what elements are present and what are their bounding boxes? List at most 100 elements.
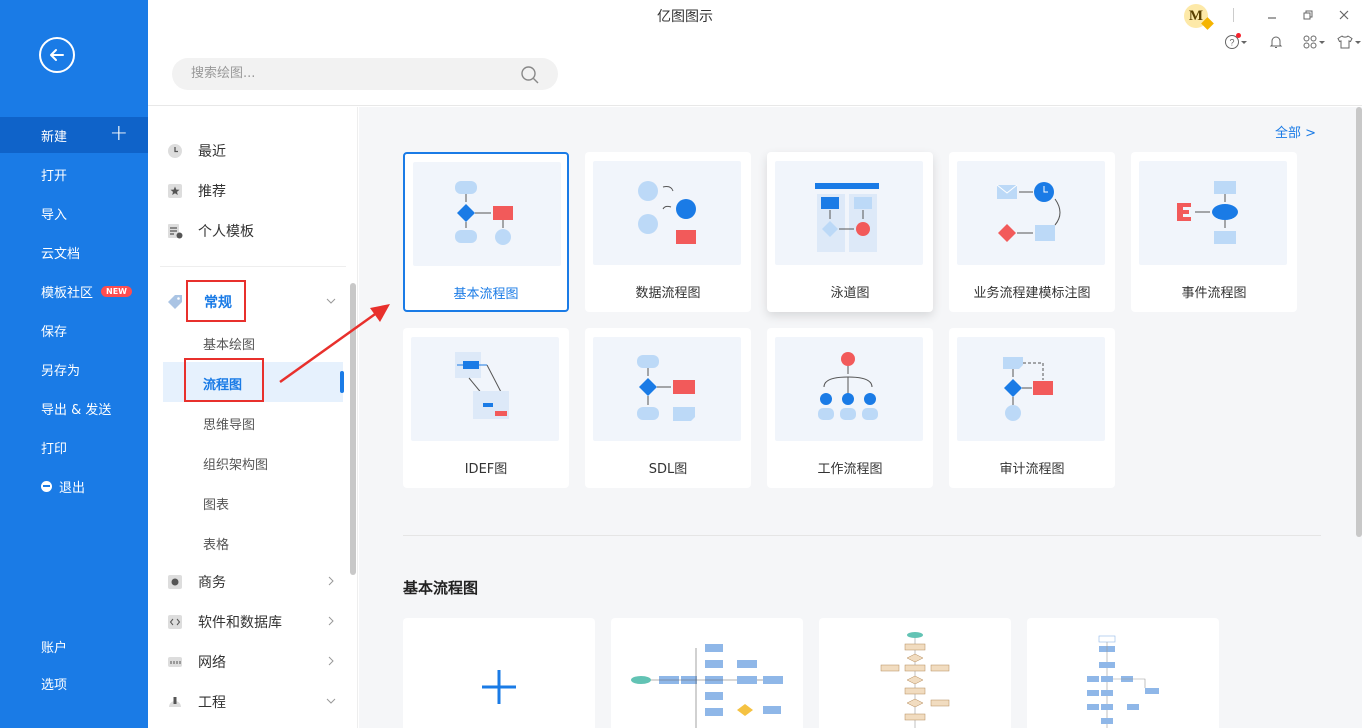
restore-icon — [1303, 10, 1313, 20]
nav-cloud-docs[interactable]: 云文档 — [0, 234, 148, 270]
subcategory-org-chart[interactable]: 组织架构图 — [203, 448, 268, 478]
category-personal-templates[interactable]: 个人模板 — [166, 216, 338, 246]
nav-account[interactable]: 账户 — [0, 628, 148, 664]
subcategory-table[interactable]: 表格 — [203, 528, 229, 558]
restore-button[interactable] — [1290, 0, 1326, 30]
nav-save-as[interactable]: 另存为 — [0, 351, 148, 387]
caret-down-icon — [1319, 41, 1325, 44]
card-label: 事件流程图 — [1181, 286, 1247, 301]
subcategory-mindmap[interactable]: 思维导图 — [203, 408, 255, 438]
divider — [1233, 8, 1234, 22]
app-title: 亿图图示 — [657, 9, 713, 25]
annotation-arrow — [279, 304, 390, 384]
flowchart-preview-thumbnail — [631, 644, 783, 728]
flowchart-preview-thumbnail — [880, 632, 950, 728]
nav-export-send[interactable]: 导出 & 发送 — [0, 390, 148, 426]
template-card-bpmn[interactable]: 业务流程建模标注图 — [949, 152, 1115, 312]
template-preview-1[interactable] — [611, 618, 803, 728]
nav-open[interactable]: 打开 — [0, 156, 148, 192]
card-label: 泳道图 — [830, 286, 870, 301]
nav-new[interactable]: 新建 + — [0, 117, 148, 153]
template-preview-2[interactable] — [819, 618, 1011, 728]
section-title: 基本流程图 — [403, 579, 479, 597]
view-all-link[interactable]: 全部 > — [1275, 122, 1316, 141]
template-card-basic-flowchart[interactable]: 基本流程图 — [403, 152, 569, 312]
avatar[interactable]: M — [1184, 4, 1214, 30]
bell-button[interactable] — [1268, 32, 1284, 52]
back-button[interactable] — [39, 37, 75, 73]
category-personal-templates-label: 个人模板 — [198, 224, 254, 240]
caret-down-icon — [1355, 41, 1361, 44]
tag-icon — [166, 293, 184, 311]
toolbar-icons: ? — [1224, 32, 1362, 52]
template-preview-3[interactable] — [1027, 618, 1219, 728]
category-software-database-label: 软件和数据库 — [198, 615, 282, 631]
chevron-right-icon — [326, 656, 336, 669]
close-button[interactable] — [1326, 0, 1362, 30]
template-card-data-flowchart[interactable]: 数据流程图 — [585, 152, 751, 312]
card-label: 基本流程图 — [453, 287, 519, 302]
svg-text:?: ? — [1229, 38, 1234, 48]
subcategory-basic-drawing[interactable]: 基本绘图 — [203, 328, 255, 358]
search-icon[interactable] — [520, 65, 540, 85]
template-card-sdl[interactable]: SDL图 — [585, 328, 751, 488]
template-card-audit-flowchart[interactable]: 审计流程图 — [949, 328, 1115, 488]
section-divider — [403, 535, 1321, 536]
new-blank-card[interactable] — [403, 618, 595, 728]
workflow-thumbnail — [775, 337, 923, 441]
search-input[interactable]: 搜索绘图... — [172, 58, 558, 90]
skin-button[interactable] — [1336, 32, 1362, 52]
category-recent[interactable]: 最近 — [166, 136, 338, 166]
code-icon — [166, 613, 184, 631]
category-network[interactable]: 网络 — [166, 647, 338, 677]
help-button[interactable]: ? — [1224, 32, 1248, 52]
close-icon — [1339, 10, 1349, 20]
plus-icon: + — [109, 121, 128, 146]
nav-save[interactable]: 保存 — [0, 312, 148, 348]
template-icon — [166, 222, 184, 240]
card-label: 审计流程图 — [999, 462, 1065, 477]
category-sidebar: 最近 推荐 个人模板 常规 基本绘图 流程图 思维导图 组织架构图 图表 表格 … — [148, 107, 358, 728]
exit-icon — [41, 480, 52, 492]
category-business[interactable]: 商务 — [166, 567, 338, 597]
nav-template-community[interactable]: 模板社区 NEW — [0, 273, 148, 309]
main-content: 全部 > 基本流程图 数据流程图 泳道图 业务流程建模标注图 事件流程图 IDE… — [359, 107, 1362, 728]
template-card-event-flowchart[interactable]: 事件流程图 — [1131, 152, 1297, 312]
subcategory-chart[interactable]: 图表 — [203, 488, 229, 518]
notification-dot — [1236, 33, 1241, 38]
category-network-label: 网络 — [198, 655, 226, 671]
nav-print[interactable]: 打印 — [0, 429, 148, 465]
highlight-box-flowchart — [184, 358, 264, 402]
template-card-idef[interactable]: IDEF图 — [403, 328, 569, 488]
nav-options[interactable]: 选项 — [0, 665, 148, 701]
card-label: 数据流程图 — [635, 286, 701, 301]
card-label: SDL图 — [648, 462, 688, 477]
arrow-left-icon — [50, 49, 64, 61]
main-scrollbar[interactable] — [1356, 107, 1362, 537]
card-label: IDEF图 — [464, 462, 508, 477]
nav-import[interactable]: 导入 — [0, 195, 148, 231]
left-nav: 新建 + 打开 导入 云文档 模板社区 NEW 保存 另存为 导出 & 发送 打… — [0, 0, 148, 728]
card-label: 业务流程建模标注图 — [973, 286, 1091, 301]
category-engineering[interactable]: 工程 — [166, 687, 338, 717]
plus-icon — [482, 670, 516, 704]
template-card-swimlane[interactable]: 泳道图 — [767, 152, 933, 312]
minimize-button[interactable] — [1254, 0, 1290, 30]
network-icon — [166, 653, 184, 671]
sdl-thumbnail — [593, 337, 741, 441]
engineering-icon — [166, 693, 184, 711]
template-card-workflow[interactable]: 工作流程图 — [767, 328, 933, 488]
category-recent-label: 最近 — [198, 144, 226, 160]
business-icon — [166, 573, 184, 591]
category-business-label: 商务 — [198, 575, 226, 591]
minimize-icon — [1268, 17, 1276, 19]
category-software-database[interactable]: 软件和数据库 — [166, 607, 338, 637]
divider — [160, 266, 346, 267]
chevron-down-icon — [326, 696, 336, 709]
flowchart-preview-thumbnail — [1087, 635, 1159, 728]
basic-flowchart-thumbnail — [413, 162, 561, 266]
apps-button[interactable] — [1302, 32, 1326, 52]
nav-exit[interactable]: 退出 — [0, 468, 148, 504]
category-recommended[interactable]: 推荐 — [166, 176, 338, 206]
shirt-icon — [1337, 35, 1353, 49]
